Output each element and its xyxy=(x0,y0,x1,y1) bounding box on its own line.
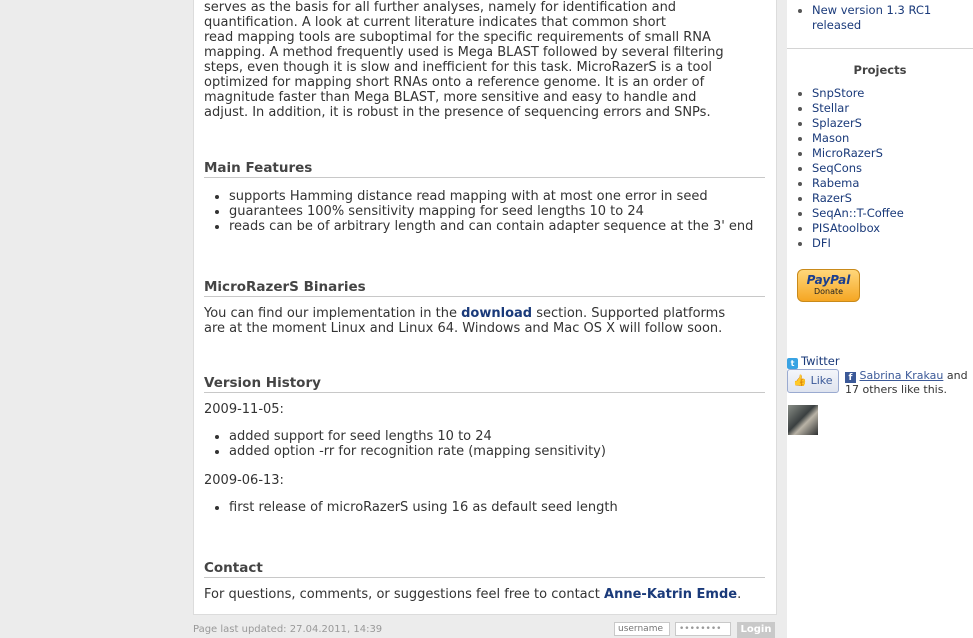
like-text: and xyxy=(946,369,968,382)
intro-line: optimized for mapping short RNAs onto a … xyxy=(204,75,705,90)
last-updated: Page last updated: 27.04.2011, 14:39 xyxy=(193,624,383,635)
thumbs-up-icon: 👍 xyxy=(793,374,808,387)
project-link[interactable]: SnpStore xyxy=(787,86,904,101)
contact-paragraph: For questions, comments, or suggestions … xyxy=(204,587,765,602)
username-input[interactable] xyxy=(614,622,670,636)
like-text: 17 others like this. xyxy=(845,383,947,396)
main-content: serves as the basis for all further anal… xyxy=(193,0,777,615)
intro-line: read mapping tools are suboptimal for th… xyxy=(204,30,711,45)
list-item: guarantees 100% sensitivity mapping for … xyxy=(204,204,753,219)
avatar[interactable] xyxy=(788,405,818,435)
history-list: added support for seed lengths 10 to 24 … xyxy=(204,429,606,459)
project-link[interactable]: Stellar xyxy=(787,101,904,116)
intro-line: mapping. A method frequently used is Meg… xyxy=(204,45,724,60)
project-link[interactable]: SeqCons xyxy=(787,161,904,176)
history-list: first release of microRazerS using 16 as… xyxy=(204,500,618,515)
footer: Page last updated: 27.04.2011, 14:39 Log… xyxy=(193,620,775,638)
contact-text: For questions, comments, or suggestions … xyxy=(204,587,600,602)
intro-line: adjust. In addition, it is robust in the… xyxy=(204,105,711,120)
history-date: 2009-11-05: xyxy=(204,402,284,417)
features-heading: Main Features xyxy=(204,160,765,178)
binaries-paragraph: You can find our implementation in the d… xyxy=(204,306,765,336)
project-link[interactable]: MicroRazerS xyxy=(787,146,904,161)
project-link[interactable]: Mason xyxy=(787,131,904,146)
facebook-like-button[interactable]: 👍 Like xyxy=(787,369,839,393)
intro-line: magnitude faster than Mega BLAST, more s… xyxy=(204,90,697,105)
contact-text: . xyxy=(737,587,742,602)
twitter-label: Twitter xyxy=(801,354,840,368)
like-info: f Sabrina Krakau and 17 others like this… xyxy=(845,369,973,397)
intro-paragraph: serves as the basis for all further anal… xyxy=(204,0,765,120)
history-date: 2009-06-13: xyxy=(204,473,284,488)
download-link[interactable]: download xyxy=(461,306,532,321)
features-list: supports Hamming distance read mapping w… xyxy=(204,189,753,234)
news-text: released xyxy=(812,18,862,32)
list-item: first release of microRazerS using 16 as… xyxy=(204,500,618,515)
intro-line: quantification. A look at current litera… xyxy=(204,15,666,30)
twitter-icon: t xyxy=(787,358,798,369)
contact-link[interactable]: Anne-Katrin Emde xyxy=(604,587,737,602)
project-link[interactable]: Rabema xyxy=(787,176,904,191)
donate-label: Donate xyxy=(813,287,844,296)
news-item[interactable]: New version 1.3 RC1 released xyxy=(787,3,931,33)
binaries-heading: MicroRazerS Binaries xyxy=(204,279,765,297)
login-button[interactable]: Login xyxy=(737,622,775,638)
binaries-text: are at the moment Linux and Linux 64. Wi… xyxy=(204,321,723,336)
facebook-icon: f xyxy=(845,372,856,383)
intro-line: steps, even though it is slow and ineffi… xyxy=(204,60,713,75)
sidebar: New version 1.3 RC1 released Projects Sn… xyxy=(787,0,973,638)
project-link[interactable]: SplazerS xyxy=(787,116,904,131)
paypal-logo: PayPal xyxy=(806,273,851,287)
list-item: supports Hamming distance read mapping w… xyxy=(204,189,753,204)
news-list: New version 1.3 RC1 released xyxy=(787,3,931,33)
project-link[interactable]: RazerS xyxy=(787,191,904,206)
project-link[interactable]: PISAtoolbox xyxy=(787,221,904,236)
projects-list: SnpStore Stellar SplazerS Mason MicroRaz… xyxy=(787,86,904,251)
project-link[interactable]: DFI xyxy=(787,236,904,251)
history-heading: Version History xyxy=(204,375,765,393)
list-item: added option -rr for recognition rate (m… xyxy=(204,444,606,459)
paypal-donate-button[interactable]: PayPal Donate xyxy=(797,269,860,302)
intro-line: serves as the basis for all further anal… xyxy=(204,0,677,15)
project-link[interactable]: SeqAn::T-Coffee xyxy=(787,206,904,221)
binaries-text: You can find our implementation in the xyxy=(204,306,457,321)
news-text: New version 1.3 RC1 xyxy=(812,3,932,17)
list-item: added support for seed lengths 10 to 24 xyxy=(204,429,606,444)
projects-title: Projects xyxy=(853,63,907,77)
divider xyxy=(787,48,973,49)
like-label: Like xyxy=(810,374,833,387)
liker-link[interactable]: Sabrina Krakau xyxy=(860,369,944,382)
binaries-text: section. Supported platforms xyxy=(536,306,726,321)
twitter-link[interactable]: t Twitter xyxy=(787,354,840,369)
list-item: reads can be of arbitrary length and can… xyxy=(204,219,753,234)
password-field[interactable] xyxy=(675,622,731,636)
contact-heading: Contact xyxy=(204,560,765,578)
